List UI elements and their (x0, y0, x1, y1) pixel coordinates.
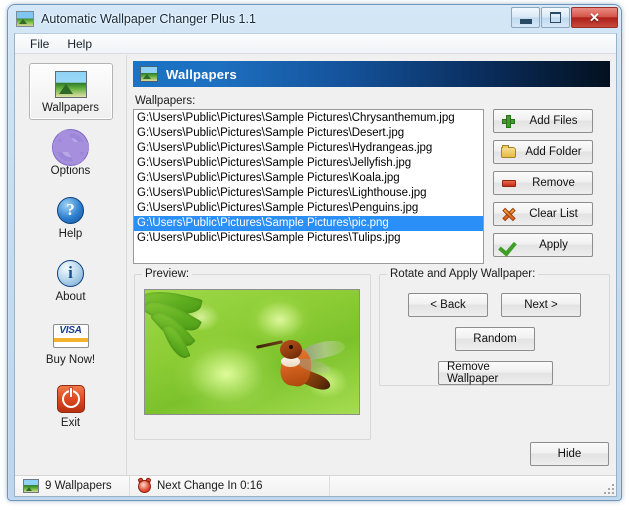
picture-icon (23, 479, 39, 493)
remove-button[interactable]: Remove (493, 171, 593, 195)
sidebar-item-label: Options (50, 165, 91, 177)
resize-grip[interactable] (602, 482, 614, 494)
folder-icon (500, 144, 517, 158)
client-area: File Help Wallpapers Options ? Help i Ab… (14, 33, 617, 497)
status-count-label: 9 Wallpapers (45, 480, 112, 492)
list-item[interactable]: G:\Users\Public\Pictures\Sample Pictures… (134, 111, 483, 126)
menu-bar: File Help (15, 34, 616, 54)
bird-head (280, 340, 302, 359)
rotate-apply-group: Rotate and Apply Wallpaper: < Back Next … (379, 268, 610, 386)
application-window: Automatic Wallpaper Changer Plus 1.1 ✕ F… (7, 4, 622, 501)
status-bar: 9 Wallpapers Next Change In 0:16 (15, 475, 616, 496)
title-bar: Automatic Wallpaper Changer Plus 1.1 ✕ (8, 5, 621, 33)
list-item[interactable]: G:\Users\Public\Pictures\Sample Pictures… (134, 231, 483, 246)
close-icon: ✕ (589, 10, 600, 25)
remove-label: Remove (532, 177, 575, 189)
next-button[interactable]: Next > (501, 293, 581, 317)
bottom-row: Preview: Rotate and Apply Wallpaper: < B… (133, 268, 610, 440)
close-button[interactable]: ✕ (571, 7, 618, 28)
list-action-buttons: Add Files Add Folder Remove Clear List A… (493, 109, 593, 257)
preview-group: Preview: (134, 268, 371, 440)
sidebar-item-label: About (55, 291, 86, 303)
list-item[interactable]: G:\Users\Public\Pictures\Sample Pictures… (134, 201, 483, 216)
list-item[interactable]: G:\Users\Public\Pictures\Sample Pictures… (134, 186, 483, 201)
apply-label: Apply (539, 239, 568, 251)
app-icon (16, 11, 34, 27)
sidebar-item-label: Buy Now! (45, 354, 96, 366)
page-header-banner: Wallpapers (133, 61, 610, 87)
picture-icon (30, 68, 112, 100)
sidebar-item-wallpapers[interactable]: Wallpapers (28, 63, 113, 120)
list-item[interactable]: G:\Users\Public\Pictures\Sample Pictures… (134, 156, 483, 171)
status-next-change: Next Change In 0:16 (130, 476, 330, 496)
hide-button[interactable]: Hide (530, 442, 609, 466)
power-icon (30, 383, 112, 415)
random-button[interactable]: Random (455, 327, 535, 351)
info-icon: i (30, 257, 112, 289)
maximize-icon (550, 12, 561, 23)
x-cross-icon (500, 208, 517, 221)
sidebar: Wallpapers Options ? Help i About VISA B… (15, 55, 127, 476)
plus-icon (500, 114, 517, 128)
menu-item-help[interactable]: Help (58, 35, 101, 53)
clear-list-button[interactable]: Clear List (493, 202, 593, 226)
sidebar-item-buy-now[interactable]: VISA Buy Now! (29, 315, 113, 372)
list-row: G:\Users\Public\Pictures\Sample Pictures… (133, 109, 610, 264)
add-files-button[interactable]: Add Files (493, 109, 593, 133)
sidebar-item-label: Help (58, 228, 83, 240)
add-folder-button[interactable]: Add Folder (493, 140, 593, 164)
apply-button[interactable]: Apply (493, 233, 593, 257)
sidebar-item-about[interactable]: i About (29, 252, 113, 309)
remove-wallpaper-button[interactable]: Remove Wallpaper (438, 361, 553, 385)
back-button[interactable]: < Back (408, 293, 488, 317)
status-timer-label: Next Change In 0:16 (157, 480, 263, 492)
main-panel: Wallpapers Wallpapers: G:\Users\Public\P… (127, 55, 616, 476)
list-item[interactable]: G:\Users\Public\Pictures\Sample Pictures… (134, 171, 483, 186)
sidebar-item-label: Exit (60, 417, 81, 429)
minimize-icon (519, 18, 532, 24)
preview-image (144, 289, 360, 415)
hummingbird (253, 334, 349, 398)
status-wallpaper-count: 9 Wallpapers (15, 476, 130, 496)
add-folder-label: Add Folder (525, 146, 582, 158)
window-controls: ✕ (510, 7, 618, 28)
bird-beak (255, 340, 284, 349)
menu-item-file[interactable]: File (21, 35, 58, 53)
sidebar-item-help[interactable]: ? Help (29, 189, 113, 246)
visa-card-icon: VISA (30, 320, 112, 352)
question-circle-icon: ? (30, 194, 112, 226)
rotate-buttons: < Back Next > Random Remove Wallpaper (380, 275, 609, 385)
body-split: Wallpapers Options ? Help i About VISA B… (15, 55, 616, 476)
wallpapers-listbox[interactable]: G:\Users\Public\Pictures\Sample Pictures… (133, 109, 484, 264)
bird-eye (289, 345, 293, 349)
sidebar-item-options[interactable]: Options (29, 126, 113, 183)
checkmark-icon (500, 239, 517, 252)
add-files-label: Add Files (529, 115, 578, 127)
wallpapers-list-label: Wallpapers: (135, 95, 196, 107)
list-item[interactable]: G:\Users\Public\Pictures\Sample Pictures… (134, 141, 483, 156)
list-item-selected[interactable]: G:\Users\Public\Pictures\Sample Pictures… (134, 216, 483, 231)
window-title: Automatic Wallpaper Changer Plus 1.1 (41, 12, 256, 26)
list-item[interactable]: G:\Users\Public\Pictures\Sample Pictures… (134, 126, 483, 141)
sidebar-item-exit[interactable]: Exit (29, 378, 113, 435)
minus-icon (500, 179, 517, 187)
minimize-button[interactable] (511, 7, 540, 28)
status-empty-pane (330, 476, 616, 496)
gear-icon (30, 131, 112, 163)
maximize-button[interactable] (541, 7, 570, 28)
clear-list-label: Clear List (529, 208, 578, 220)
picture-icon (140, 66, 158, 82)
sidebar-item-label: Wallpapers (41, 102, 100, 114)
preview-label: Preview: (142, 268, 193, 280)
page-title: Wallpapers (166, 66, 237, 82)
alarm-clock-icon (138, 479, 151, 493)
